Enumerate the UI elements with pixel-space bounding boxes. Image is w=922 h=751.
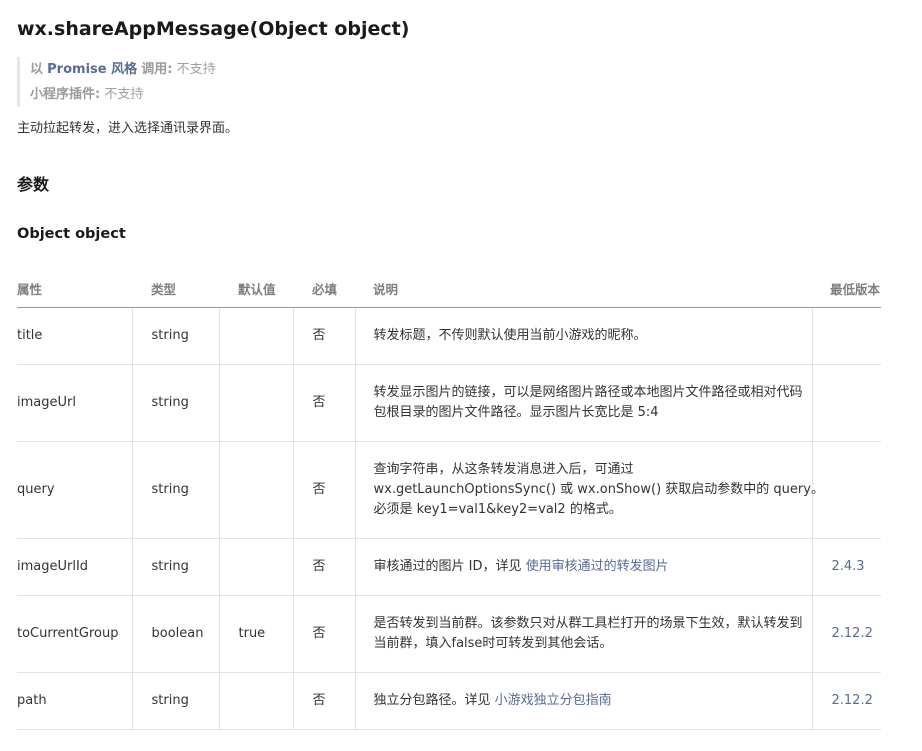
promise-note: 以 Promise 风格 调用: 不支持	[30, 57, 216, 82]
cell-description: 查询字符串，从这条转发消息进入后，可通过 wx.getLaunchOptionsS…	[355, 441, 824, 539]
description-line: 审核通过的图片 ID，详见 使用审核通过的转发图片	[373, 559, 669, 574]
cell-type: string	[132, 538, 220, 596]
promise-style-link[interactable]: Promise 风格	[47, 62, 137, 77]
cell-description: 是否转发到当前群。该参数只对从群工具栏打开的场景下生效，默认转发到 当前群，填入f…	[355, 595, 813, 673]
header-type: 类型	[132, 270, 219, 308]
header-required: 必填	[293, 270, 355, 308]
promise-prefix: 以	[30, 62, 44, 77]
cell-required: 否	[293, 595, 356, 673]
cell-description: 转发显示图片的链接，可以是网络图片路径或本地图片文件路径或相对代码 包根目录的图片…	[355, 364, 813, 442]
cell-description: 审核通过的图片 ID，详见 使用审核通过的转发图片	[355, 538, 813, 596]
cell-name: imageUrl	[17, 364, 133, 442]
table-header-row: 属性 类型 默认值 必填 说明 最低版本	[17, 270, 881, 308]
api-title: wx.shareAppMessage(Object object)	[17, 18, 410, 40]
header-desc: 说明	[355, 270, 812, 308]
description-line: 是否转发到当前群。该参数只对从群工具栏打开的场景下生效，默认转发到	[373, 616, 803, 631]
cell-default	[219, 672, 294, 730]
cell-type: string	[132, 672, 220, 730]
header-default: 默认值	[219, 270, 293, 308]
description-line: wx.getLaunchOptionsSync() 或 wx.onShow() …	[373, 482, 824, 497]
params-table: 属性 类型 默认值 必填 说明 最低版本 title string 否转发标题，不传…	[17, 270, 881, 730]
description-link[interactable]: 小游戏独立分包指南	[495, 693, 612, 708]
cell-version: 2.12.2	[812, 672, 881, 730]
table-row: path string 否 独立分包路径。详见 小游戏独立分包指南 2.12.2	[17, 672, 881, 730]
plugin-note: 小程序插件: 不支持	[30, 82, 216, 107]
api-description: 主动拉起转发，进入选择通讯录界面。	[17, 121, 239, 136]
api-notes-quote: 以 Promise 风格 调用: 不支持 小程序插件: 不支持	[17, 57, 216, 107]
description-line: 转发显示图片的链接，可以是网络图片路径或本地图片文件路径或相对代码	[373, 385, 803, 400]
cell-required: 否	[293, 441, 356, 539]
cell-type: boolean	[132, 595, 220, 673]
cell-default: true	[219, 595, 294, 673]
cell-version	[812, 307, 881, 365]
table-row: toCurrentGroup boolean true 否是否转发到当前群。该参数只对…	[17, 595, 881, 673]
plugin-value: 不支持	[104, 87, 144, 102]
cell-description: 转发标题，不传则默认使用当前小游戏的昵称。	[355, 307, 813, 365]
promise-value: 不支持	[176, 62, 216, 77]
cell-default	[219, 538, 294, 596]
cell-name: title	[17, 307, 133, 365]
description-line: 转发标题，不传则默认使用当前小游戏的昵称。	[373, 328, 647, 343]
cell-type: string	[132, 441, 220, 539]
promise-key: 调用	[141, 62, 168, 77]
table-row: query string 否 查询字符串，从这条转发消息进入后，可通过 wx.getLa…	[17, 441, 881, 539]
params-heading: 参数	[17, 175, 50, 194]
header-name: 属性	[17, 270, 132, 308]
table-row: title string 否 转发标题，不传则默认使用当前小游戏的昵称。	[17, 307, 881, 365]
description-line: 包根目录的图片文件路径。显示图片长宽比是 5:4	[373, 405, 659, 420]
plugin-colon: :	[95, 87, 101, 102]
cell-name: path	[17, 672, 133, 730]
table-body: title string 否转发标题，不传则默认使用当前小游戏的昵称。 imageUr…	[17, 307, 881, 730]
cell-type: string	[132, 364, 220, 442]
description-link[interactable]: 使用审核通过的转发图片	[526, 559, 669, 574]
cell-name: query	[17, 441, 133, 539]
cell-default	[219, 307, 294, 365]
promise-colon: :	[167, 62, 173, 77]
cell-version: 2.12.2	[812, 595, 881, 673]
cell-type: string	[132, 307, 220, 365]
cell-required: 否	[293, 672, 356, 730]
cell-default	[219, 364, 294, 442]
cell-name: imageUrlId	[17, 538, 133, 596]
cell-default	[219, 441, 294, 539]
cell-name: toCurrentGroup	[17, 595, 133, 673]
table-row: imageUrlId string 否 审核通过的图片 ID，详见 使用审核通过的转发…	[17, 538, 881, 596]
cell-description: 独立分包路径。详见 小游戏独立分包指南	[355, 672, 813, 730]
cell-version	[812, 364, 881, 442]
object-heading: Object object	[17, 226, 126, 242]
description-line: 当前群，填入false时可转发到其他会话。	[373, 636, 613, 651]
description-line: 查询字符串，从这条转发消息进入后，可通过	[373, 462, 634, 477]
description-line: 必须是 key1=val1&key2=val2 的格式。	[373, 502, 622, 517]
table-row: imageUrl string 否转发显示图片的链接，可以是网络图片路径或本地图片文…	[17, 364, 881, 442]
cell-required: 否	[293, 364, 356, 442]
plugin-key: 小程序插件	[30, 87, 96, 102]
cell-version: 2.4.3	[812, 538, 881, 596]
header-version: 最低版本	[812, 270, 881, 308]
cell-required: 否	[293, 307, 356, 365]
cell-required: 否	[293, 538, 356, 596]
description-line: 独立分包路径。详见 小游戏独立分包指南	[373, 693, 612, 708]
